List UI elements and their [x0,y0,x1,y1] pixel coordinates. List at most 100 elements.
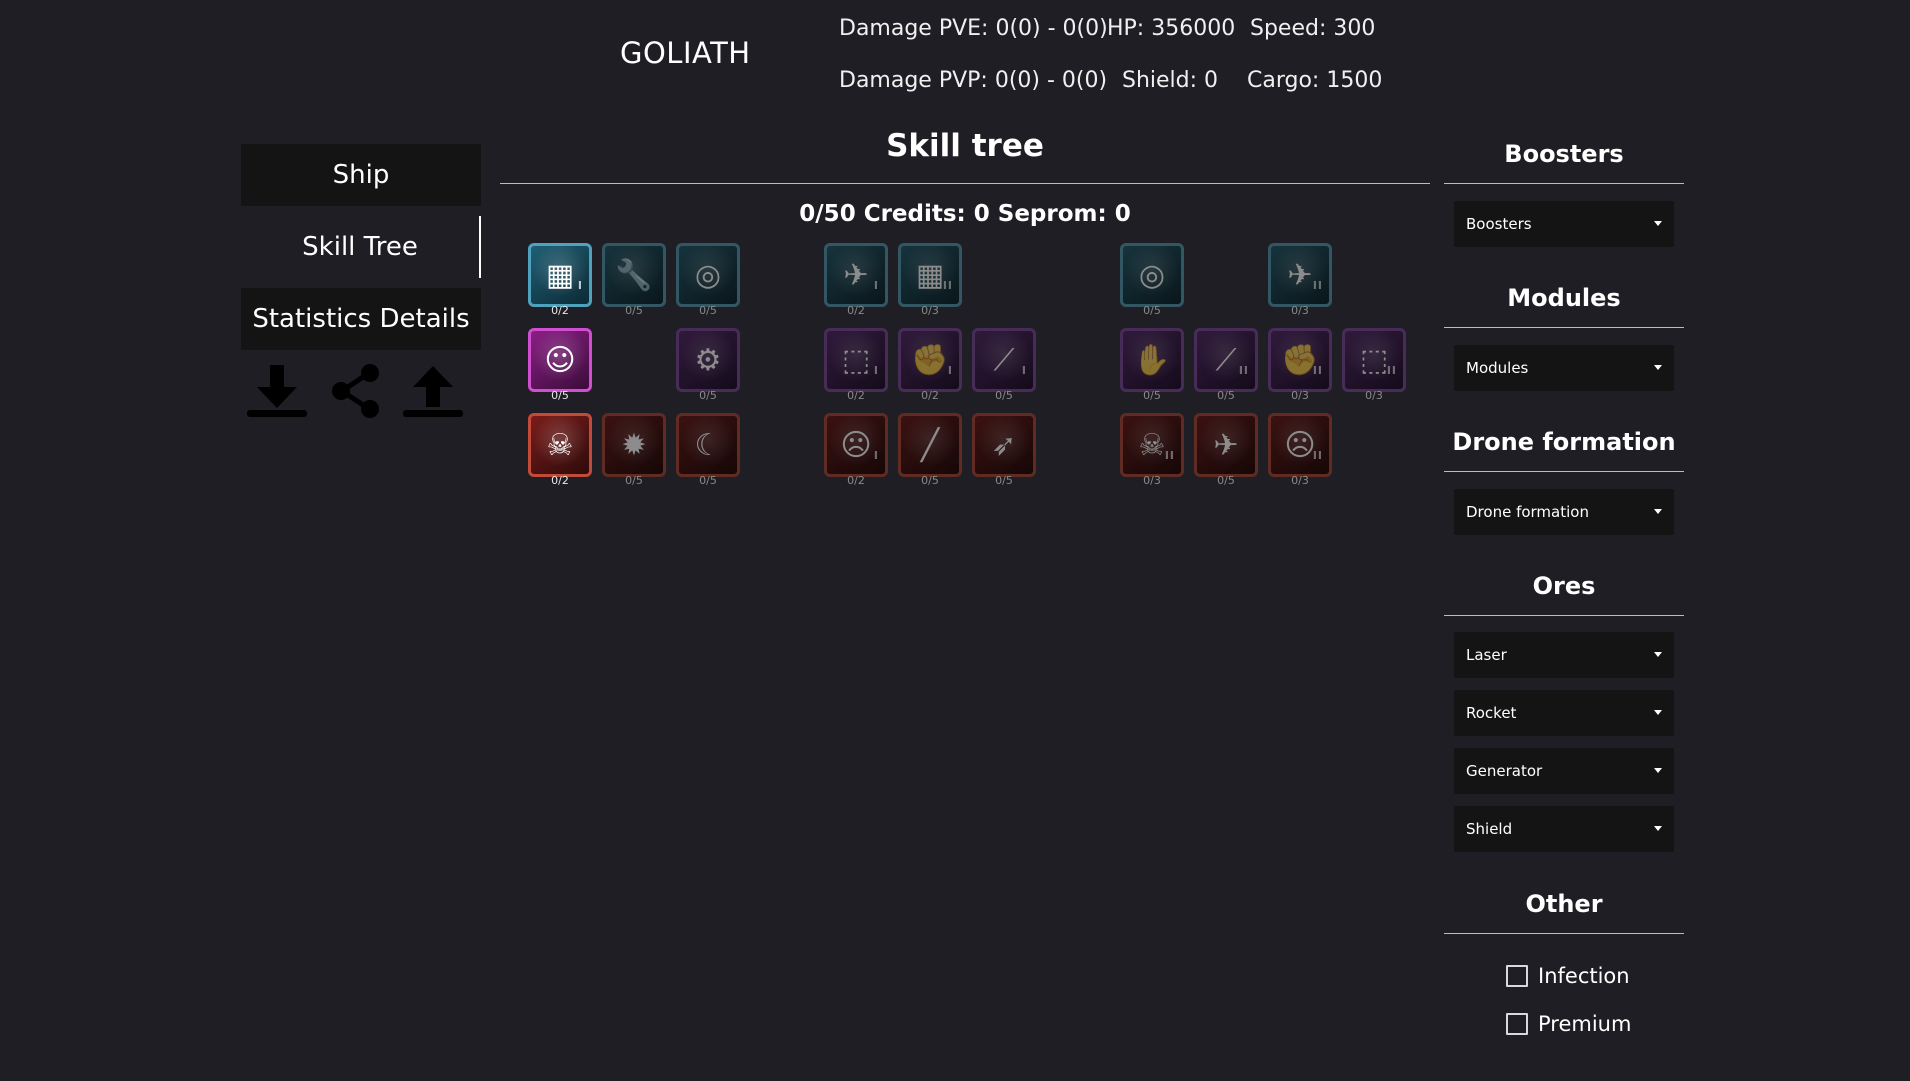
ship-icon: ✈ [843,257,869,293]
skill-node[interactable]: ✈ II 0/3 [1268,243,1332,317]
infection-label: Infection [1538,964,1630,988]
skill-node[interactable]: ✊ I 0/2 [898,328,962,402]
ore-laser-dropdown[interactable]: Laser [1454,632,1674,678]
ore-generator-dropdown[interactable]: Generator [1454,748,1674,794]
skill-frame: ✹ [602,413,666,477]
skill-node[interactable]: ⟋ II 0/5 [1194,328,1258,402]
skill-node[interactable]: ✈ I 0/2 [824,243,888,317]
skill-node[interactable]: ⬚ II 0/3 [1342,328,1406,402]
laser-icon: ⟋ [1215,342,1237,378]
wrench-icon: 🔧 [615,257,653,293]
caret-down-icon [1654,768,1662,773]
checkbox-box[interactable] [1506,965,1528,987]
skill-level: 0/2 [921,389,939,402]
skill-tree-divider [500,183,1430,184]
ore-rocket-dropdown[interactable]: Rocket [1454,690,1674,736]
skill-level: 0/2 [847,474,865,487]
premium-checkbox[interactable]: Premium [1506,1012,1631,1036]
skill-node[interactable]: ◎ 0/5 [676,243,740,317]
skill-node[interactable]: ☠ II 0/3 [1120,413,1184,487]
skill-tier-label: II [1312,279,1323,292]
laser-icon: ⟋ [993,342,1015,378]
skill-node[interactable]: ☹ I 0/2 [824,413,888,487]
menu-ship-button[interactable]: Ship [241,144,481,206]
ores-divider [1444,615,1684,616]
skill-tier-label: II [1238,364,1249,377]
skill-level: 0/5 [625,474,643,487]
skill-node[interactable]: ▦ I 0/2 [528,243,592,317]
skill-node[interactable]: ➶ 0/5 [972,413,1036,487]
skill-level: 0/5 [995,474,1013,487]
pilot-icon: ☺ [544,342,576,378]
skill-tier-label: II [1312,449,1323,462]
skill-node[interactable]: ✊ II 0/3 [1268,328,1332,402]
infection-checkbox[interactable]: Infection [1506,964,1630,988]
modules-title: Modules [1507,284,1621,312]
damage-pvp-stat: Damage PVP: 0(0) - 0(0) [839,68,1108,93]
skill-level: 0/5 [995,389,1013,402]
download-icon[interactable] [244,362,310,420]
drone-formation-dropdown[interactable]: Drone formation [1454,489,1674,535]
ship-icon: ✈ [1287,257,1313,293]
skill-node[interactable]: ⚙ 0/5 [676,328,740,402]
ore-laser-value: Laser [1466,646,1507,664]
skill-frame: ☾ [676,413,740,477]
skill-node[interactable]: ☹ II 0/3 [1268,413,1332,487]
skill-frame: ⟋ I [972,328,1036,392]
upload-icon[interactable] [400,362,466,420]
skill-frame: ☹ I [824,413,888,477]
skill-tier-label: II [942,279,953,292]
share-icon[interactable] [324,362,390,420]
skill-level: 0/5 [699,474,717,487]
skill-level: 0/5 [1143,304,1161,317]
ore-shield-dropdown[interactable]: Shield [1454,806,1674,852]
skill-level: 0/5 [1217,389,1235,402]
explosion-icon: ✹ [621,427,647,463]
scythe-icon: ☾ [694,427,722,463]
ship-radar-icon: ◎ [1138,257,1166,293]
skill-node[interactable]: ☠ 0/2 [528,413,592,487]
skill-node[interactable]: ▦ II 0/3 [898,243,962,317]
caret-down-icon [1654,365,1662,370]
boosters-dropdown[interactable]: Boosters [1454,201,1674,247]
skill-points-summary: 0/50 Credits: 0 Seprom: 0 [799,201,1131,227]
fighter-icon: ✈ [1213,427,1239,463]
skill-level: 0/5 [921,474,939,487]
skill-node[interactable]: ✹ 0/5 [602,413,666,487]
skill-level: 0/2 [847,389,865,402]
skill-tier-label: I [873,279,879,292]
skill-frame: ⚙ [676,328,740,392]
skill-frame: ✈ [1194,413,1258,477]
skill-frame: ▦ II [898,243,962,307]
menu-statistics-details-button[interactable]: Statistics Details [241,288,481,350]
modules-divider [1444,327,1684,328]
premium-label: Premium [1538,1012,1632,1036]
skill-level: 0/2 [551,474,569,487]
skill-node[interactable]: ◎ 0/5 [1120,243,1184,317]
skill-level: 0/3 [1365,389,1383,402]
ores-title: Ores [1532,572,1596,600]
skill-frame: ✈ I [824,243,888,307]
checkbox-box[interactable] [1506,1013,1528,1035]
face-icon: ☹ [1284,427,1316,463]
skill-tier-label: I [873,364,879,377]
skill-frame: ▦ I [528,243,592,307]
skill-frame: ⬚ I [824,328,888,392]
skill-node[interactable]: ╱ 0/5 [898,413,962,487]
boosters-dropdown-value: Boosters [1466,215,1532,233]
skill-level: 0/2 [847,304,865,317]
skill-node[interactable]: ⟋ I 0/5 [972,328,1036,402]
hand-icon: ✋ [1133,342,1171,378]
skill-frame: ⬚ II [1342,328,1406,392]
other-divider [1444,933,1684,934]
skill-node[interactable]: 🔧 0/5 [602,243,666,317]
skill-node[interactable]: ✈ 0/5 [1194,413,1258,487]
skill-node[interactable]: ☾ 0/5 [676,413,740,487]
menu-skill-tree-button[interactable]: Skill Tree [241,216,481,278]
skill-node[interactable]: ⬚ I 0/2 [824,328,888,402]
skill-frame: ☠ II [1120,413,1184,477]
skill-frame: ☠ [528,413,592,477]
modules-dropdown[interactable]: Modules [1454,345,1674,391]
skill-node[interactable]: ✋ 0/5 [1120,328,1184,402]
skill-node[interactable]: ☺ 0/5 [528,328,592,402]
